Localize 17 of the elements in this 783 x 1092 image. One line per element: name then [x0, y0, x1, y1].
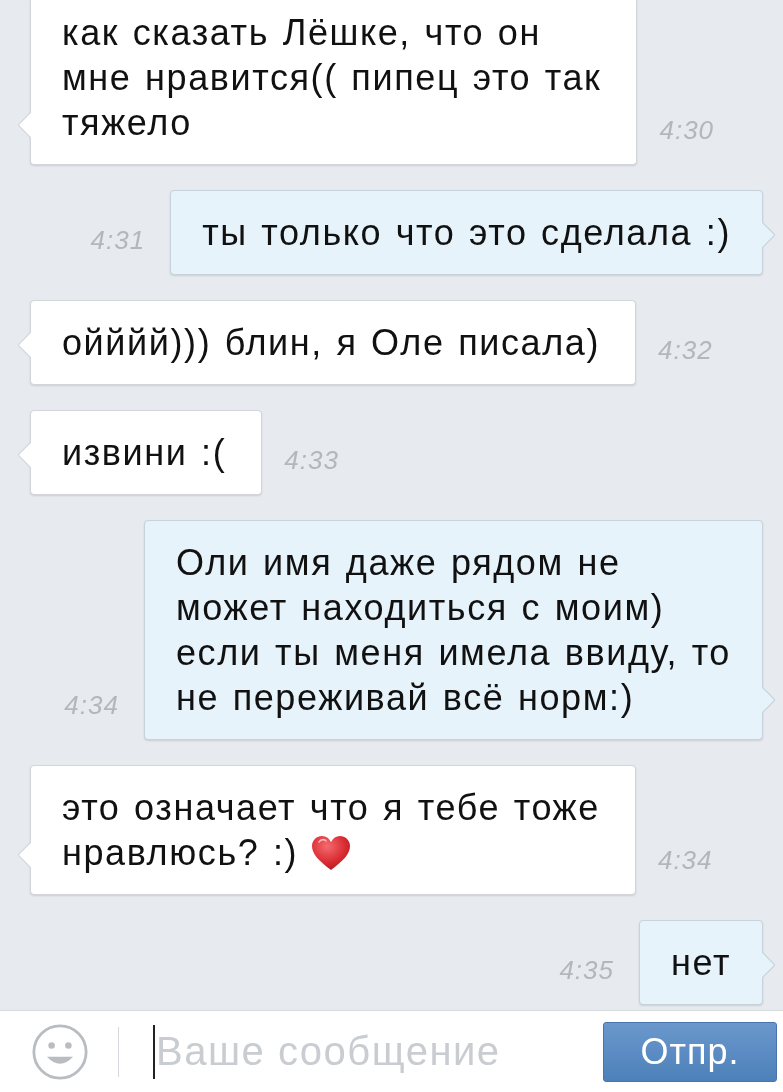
- smiley-icon[interactable]: [32, 1023, 88, 1080]
- bubble-tail: [18, 332, 31, 358]
- bubble-tail: [762, 222, 775, 248]
- message-text: это означает что я тебе тоже: [62, 786, 600, 830]
- message-text: ойййй))) блин, я Оле писала): [62, 321, 600, 365]
- message-text: извини :(: [62, 431, 227, 475]
- bubble-tail: [762, 952, 775, 978]
- message-text: как сказать Лёшке, что он мне нравится(( пипец это так тяжело: [62, 11, 602, 145]
- bubble-tail: [18, 112, 31, 138]
- message-text: Оли имя даже рядом не может находиться с моим) если ты меня имела ввиду, то не переживай всё норм:): [175, 541, 731, 720]
- bubble-tail: [18, 842, 31, 868]
- bubble-tail: [762, 687, 775, 713]
- message-text: ты только что это сделала :): [202, 211, 731, 255]
- bubble-tail: [18, 442, 31, 468]
- message-text: нравлюсь? :): [62, 831, 299, 875]
- message-text: нет: [671, 941, 731, 985]
- send-button[interactable]: Отпр.: [603, 1021, 777, 1082]
